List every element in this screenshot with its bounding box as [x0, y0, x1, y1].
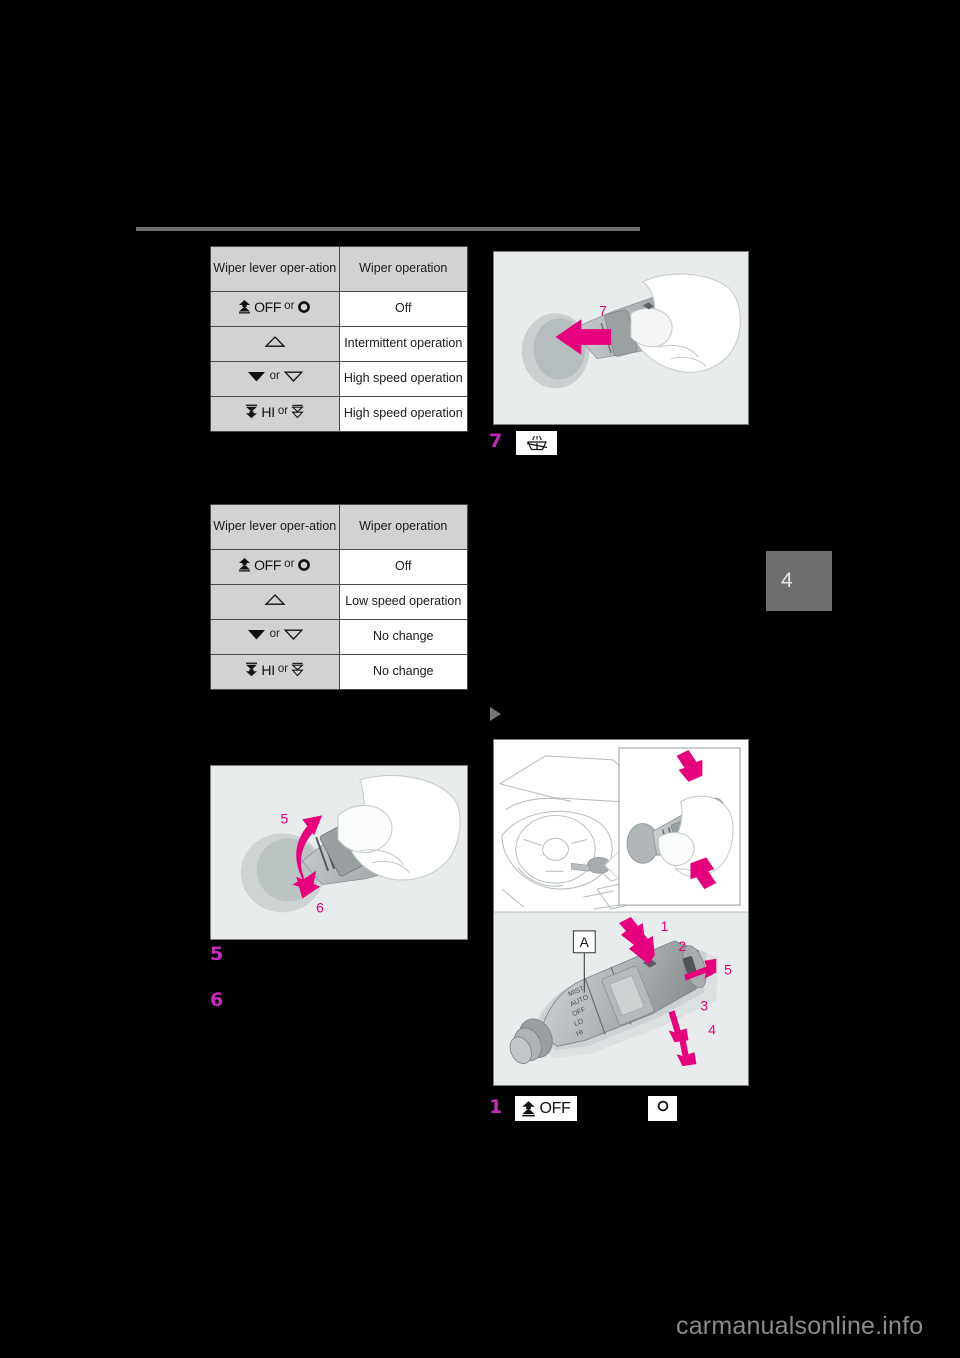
step-number-6: 6	[210, 989, 224, 1011]
wiper-off-up-chevron-icon	[521, 1100, 536, 1117]
triangle-down-outline-icon	[283, 628, 304, 641]
circle-o-icon	[297, 300, 311, 314]
operation-cell: Low speed operation	[338, 584, 468, 620]
lever-cell-off: OFF or	[210, 549, 340, 585]
lever-or-2: or	[269, 370, 280, 383]
windshield-washer-icon	[516, 431, 557, 455]
table-row: HI or High speed operation	[210, 396, 468, 432]
lever-or-3: or	[277, 663, 289, 676]
lever-or-1: or	[284, 300, 295, 313]
lever-label-off: OFF	[254, 298, 282, 315]
figure-steering-column-lever-overview: MIST AUTO OFF LO HI A 1 2 5 3 4	[493, 739, 749, 1086]
table-row: or No change	[210, 619, 468, 655]
svg-text:6: 6	[316, 899, 324, 915]
wiper-hi-down-chevron-icon	[245, 404, 258, 419]
svg-text:4: 4	[708, 1021, 716, 1037]
operation-cell: No change	[338, 619, 468, 655]
lever-cell-nochange-1: or	[210, 619, 340, 655]
illustration-lever-rotate: 5 6	[211, 766, 467, 939]
lever-or-1: or	[284, 558, 295, 571]
table-row: HI or No change	[210, 654, 468, 690]
wiper-off-label: OFF	[539, 1099, 571, 1117]
operation-cell: Intermittent operation	[338, 326, 468, 362]
table-header-row: Wiper lever oper-ation Wiper operation	[210, 504, 468, 550]
lever-or-2: or	[269, 628, 280, 641]
triangle-down-outline-icon	[283, 370, 304, 383]
table-header-row: Wiper lever oper-ation Wiper operation	[210, 246, 468, 292]
lever-cell-hi: HI or	[210, 396, 340, 432]
triangle-up-outline-icon	[264, 593, 286, 606]
table-row: OFF or Off	[210, 549, 468, 585]
circle-o-icon	[297, 558, 311, 572]
page-header-rule	[136, 227, 640, 231]
triangle-down-filled-icon	[246, 370, 267, 383]
operation-cell: No change	[338, 654, 468, 690]
svg-text:A: A	[580, 934, 590, 950]
figure-lever-rotate-ring: 5 6	[210, 765, 468, 940]
lever-label-off: OFF	[254, 556, 282, 573]
header-wiper-operation: Wiper operation	[338, 504, 468, 550]
wiper-down-chevron-outline-icon	[291, 404, 304, 419]
table-row: or High speed operation	[210, 361, 468, 397]
header-lever-operation: Wiper lever oper-ation	[210, 246, 340, 292]
operation-cell: Off	[338, 549, 468, 585]
lever-cell-low	[210, 584, 340, 620]
triangle-down-filled-icon	[246, 628, 267, 641]
chapter-tab-number: 4	[781, 569, 793, 592]
svg-text:5: 5	[724, 962, 732, 978]
step-number-7: 7	[489, 430, 503, 452]
operation-cell: High speed operation	[338, 361, 468, 397]
wiper-off-up-chevron-icon	[238, 299, 251, 314]
illustration-column-overview: MIST AUTO OFF LO HI A 1 2 5 3 4	[494, 740, 748, 1085]
wiper-off-up-chevron-icon	[238, 557, 251, 572]
svg-text:5: 5	[280, 810, 288, 826]
washer-glyph	[526, 435, 547, 451]
site-watermark: carmanualsonline.info	[676, 1312, 924, 1340]
lever-label-hi: HI	[261, 403, 275, 420]
wiper-off-icon-box: OFF	[515, 1096, 577, 1121]
wiper-circle-o-icon-box	[648, 1096, 677, 1121]
lever-label-hi: HI	[261, 661, 275, 678]
wiper-down-chevron-outline-icon	[291, 662, 304, 677]
table-row: Low speed operation	[210, 584, 468, 620]
figure-lever-pull-toward-driver: 7	[493, 251, 749, 425]
circle-o-icon	[656, 1099, 670, 1118]
wiper-table-1: Wiper lever oper-ation Wiper operation O…	[210, 246, 468, 432]
lever-cell-intermittent	[210, 326, 340, 362]
table-row: Intermittent operation	[210, 326, 468, 362]
wiper-table-2: Wiper lever oper-ation Wiper operation O…	[210, 504, 468, 690]
wiper-hi-down-chevron-icon	[245, 662, 258, 677]
header-wiper-operation: Wiper operation	[338, 246, 468, 292]
triangle-up-outline-icon	[264, 335, 286, 348]
lever-cell-high: or	[210, 361, 340, 397]
operation-cell: Off	[338, 291, 468, 327]
svg-text:2: 2	[679, 938, 687, 954]
manual-page: 4 Wiper lever oper-ation Wiper operation…	[0, 0, 960, 1358]
step-number-5: 5	[210, 943, 224, 965]
svg-text:1: 1	[661, 918, 669, 934]
illustration-lever-pull: 7	[494, 252, 748, 424]
lever-cell-off: OFF or	[210, 291, 340, 327]
step-number-1: 1	[489, 1096, 503, 1118]
svg-text:3: 3	[700, 997, 708, 1013]
operation-cell: High speed operation	[338, 396, 468, 432]
header-lever-operation: Wiper lever oper-ation	[210, 504, 340, 550]
section-pointer-triangle-icon	[490, 707, 501, 721]
lever-or-3: or	[277, 405, 289, 418]
table-row: OFF or Off	[210, 291, 468, 327]
svg-text:7: 7	[599, 302, 607, 318]
chapter-tab: 4	[766, 551, 832, 611]
lever-cell-nochange-2: HI or	[210, 654, 340, 690]
